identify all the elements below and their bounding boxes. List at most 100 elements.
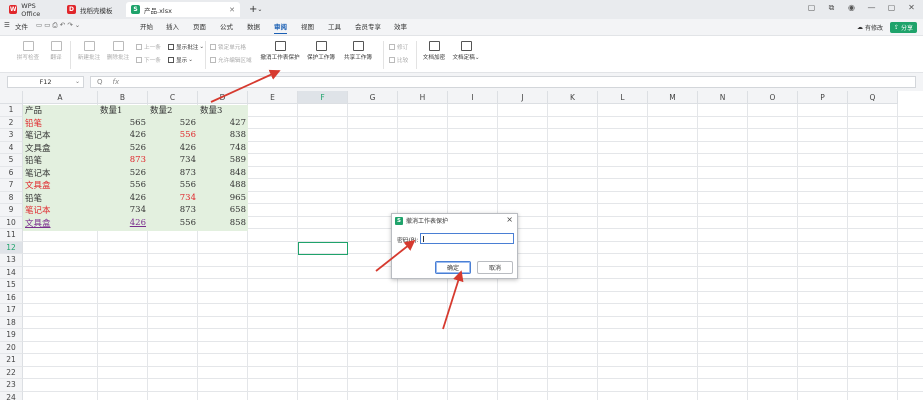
edit-status[interactable]: ☁ 有修改 xyxy=(857,22,883,33)
cell-c8[interactable]: 734 xyxy=(148,192,198,205)
password-input[interactable] xyxy=(420,233,514,244)
row-header-9[interactable]: 9 xyxy=(0,204,23,217)
col-header-m[interactable]: M xyxy=(648,91,698,104)
cell-b9[interactable]: 734 xyxy=(98,204,148,217)
cell-a9[interactable]: 笔记本 xyxy=(23,204,51,217)
select-all-corner[interactable] xyxy=(0,91,23,104)
cell-d8[interactable]: 965 xyxy=(198,192,248,205)
cell-d3[interactable]: 838 xyxy=(198,129,248,142)
cell-c10[interactable]: 556 xyxy=(148,217,198,230)
cell-d6[interactable]: 848 xyxy=(198,167,248,180)
row-header-12[interactable]: 12 xyxy=(0,241,23,254)
new-tab-button[interactable]: + ⌄ xyxy=(244,2,268,17)
toolbar-icons[interactable]: ▭ ▭ ⎙ ↶ ↷ ⌄ xyxy=(36,21,80,30)
layout-icon[interactable]: ⧉ xyxy=(826,3,837,13)
hamburger-icon[interactable]: ☰ xyxy=(4,21,10,29)
menu-insert[interactable]: 插入 xyxy=(166,21,179,31)
col-header-b[interactable]: B xyxy=(98,91,148,104)
menu-home[interactable]: 开始 xyxy=(140,21,153,31)
cell-c3[interactable]: 556 xyxy=(148,129,198,142)
row-header-5[interactable]: 5 xyxy=(0,154,23,167)
col-header-f[interactable]: F xyxy=(298,91,348,104)
col-header-i[interactable]: I xyxy=(448,91,498,104)
menu-member[interactable]: 会员专享 xyxy=(355,21,381,31)
zoom-icon[interactable]: Q xyxy=(97,78,103,86)
col-header-e[interactable]: E xyxy=(248,91,298,104)
dialog-close-icon[interactable]: × xyxy=(506,215,513,224)
menu-page[interactable]: 页面 xyxy=(193,21,206,31)
row-header-18[interactable]: 18 xyxy=(0,316,23,329)
show-comments-button[interactable]: 显示批注 ⌄ xyxy=(168,43,204,51)
fx-icon[interactable]: fx xyxy=(113,78,120,86)
cell-d5[interactable]: 589 xyxy=(198,154,248,167)
row-header-11[interactable]: 11 xyxy=(0,229,23,242)
window-icon[interactable]: ▢ xyxy=(806,3,817,13)
doc-encrypt-button[interactable]: 文档加密 xyxy=(420,41,448,61)
row-header-8[interactable]: 8 xyxy=(0,191,23,204)
row-header-15[interactable]: 15 xyxy=(0,279,23,292)
cell-a2[interactable]: 铅笔 xyxy=(23,117,42,130)
col-header-n[interactable]: N xyxy=(698,91,748,104)
row-header-10[interactable]: 10 xyxy=(0,216,23,229)
col-header-d[interactable]: D xyxy=(198,91,248,104)
cell-b10[interactable]: 426 xyxy=(98,217,148,230)
cell-a8[interactable]: 铅笔 xyxy=(23,192,42,205)
minimize-icon[interactable]: — xyxy=(866,3,877,13)
cell-d7[interactable]: 488 xyxy=(198,179,248,192)
name-box[interactable]: F12 ⌄ xyxy=(7,76,84,88)
track-button[interactable]: 修订 xyxy=(389,43,408,51)
cell-c4[interactable]: 426 xyxy=(148,142,198,155)
row-header-24[interactable]: 24 xyxy=(0,391,23,400)
row-header-21[interactable]: 21 xyxy=(0,354,23,367)
doc-finalize-button[interactable]: 文档定稿⌄ xyxy=(450,41,482,61)
prev-comment-button[interactable]: 上一条 xyxy=(136,43,161,51)
row-header-6[interactable]: 6 xyxy=(0,166,23,179)
cell-d2[interactable]: 427 xyxy=(198,117,248,130)
maximize-icon[interactable]: ▢ xyxy=(886,3,897,13)
cell-a3[interactable]: 笔记本 xyxy=(23,129,51,142)
cell-a1[interactable]: 产品 xyxy=(23,104,42,117)
next-comment-button[interactable]: 下一条 xyxy=(136,56,161,64)
row-header-2[interactable]: 2 xyxy=(0,116,23,129)
menu-formula[interactable]: 公式 xyxy=(220,21,233,31)
cell-a7[interactable]: 文具盒 xyxy=(23,179,51,192)
protect-book-button[interactable]: 保护工作簿 xyxy=(305,41,337,61)
menu-efficiency[interactable]: 效率 xyxy=(394,21,407,31)
cell-b6[interactable]: 526 xyxy=(98,167,148,180)
unprotect-sheet-button[interactable]: 撤消工作表保护 xyxy=(258,41,302,61)
col-header-q[interactable]: Q xyxy=(848,91,898,104)
cell-c5[interactable]: 734 xyxy=(148,154,198,167)
row-header-3[interactable]: 3 xyxy=(0,129,23,142)
col-header-g[interactable]: G xyxy=(348,91,398,104)
menu-view[interactable]: 视图 xyxy=(301,21,314,31)
cell-b8[interactable]: 426 xyxy=(98,192,148,205)
row-header-7[interactable]: 7 xyxy=(0,179,23,192)
menu-file[interactable]: 文件 xyxy=(15,21,28,31)
cell-a10[interactable]: 文具盒 xyxy=(23,217,51,230)
cell-c7[interactable]: 556 xyxy=(148,179,198,192)
cell-a5[interactable]: 铅笔 xyxy=(23,154,42,167)
col-header-j[interactable]: J xyxy=(498,91,548,104)
show-button[interactable]: 显示 ⌄ xyxy=(168,56,193,64)
close-window-icon[interactable]: ✕ xyxy=(906,3,917,13)
menu-tools[interactable]: 工具 xyxy=(328,21,341,31)
cell-d10[interactable]: 858 xyxy=(198,217,248,230)
tab-product-xlsx[interactable]: S 产品.xlsx ✕ xyxy=(126,2,240,17)
cell-c9[interactable]: 873 xyxy=(148,204,198,217)
cell-c2[interactable]: 526 xyxy=(148,117,198,130)
formula-input[interactable]: Q fx xyxy=(90,76,916,88)
tab-docer[interactable]: D 找稻壳模板 xyxy=(62,2,122,17)
cell-c1[interactable]: 数量2 xyxy=(148,104,172,117)
cell-b1[interactable]: 数量1 xyxy=(98,104,122,117)
cell-d4[interactable]: 748 xyxy=(198,142,248,155)
row-header-4[interactable]: 4 xyxy=(0,141,23,154)
cell-b7[interactable]: 556 xyxy=(98,179,148,192)
share-button[interactable]: ⇪ 分享 xyxy=(889,22,917,33)
row-header-14[interactable]: 14 xyxy=(0,266,23,279)
selected-cell-f12[interactable] xyxy=(298,242,348,255)
row-header-22[interactable]: 22 xyxy=(0,366,23,379)
cell-c6[interactable]: 873 xyxy=(148,167,198,180)
row-header-1[interactable]: 1 xyxy=(0,104,23,117)
cell-b3[interactable]: 426 xyxy=(98,129,148,142)
cell-a4[interactable]: 文具盒 xyxy=(23,142,51,155)
